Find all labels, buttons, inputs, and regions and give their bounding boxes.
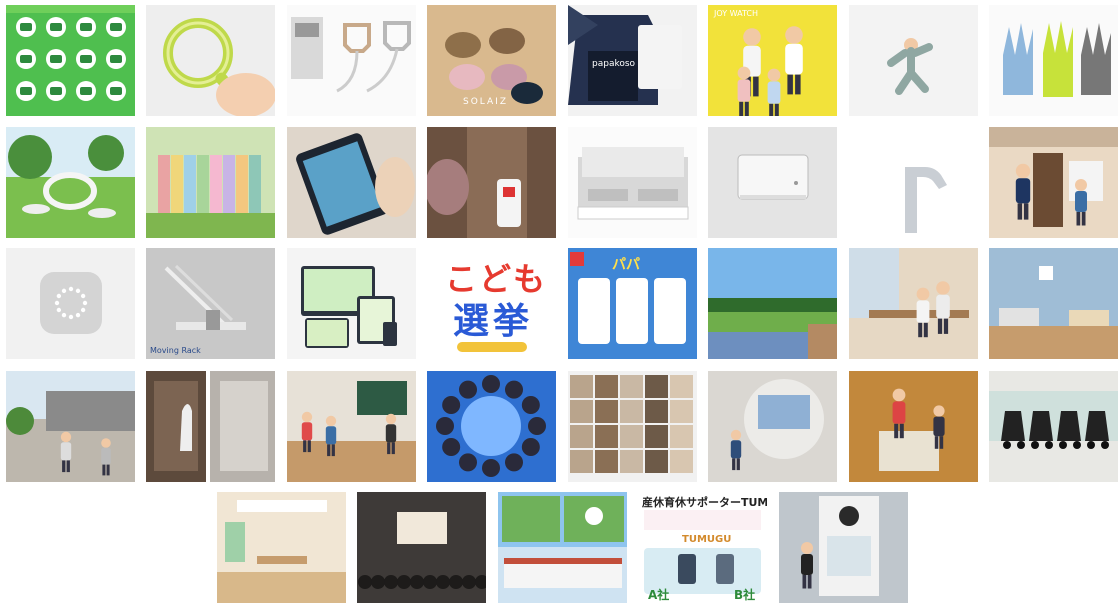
gallery-tile-landscape-field[interactable] — [708, 248, 837, 359]
tile-image — [427, 371, 556, 482]
tile-caption: パパ — [612, 257, 640, 273]
gallery-tile-tablet-hands[interactable] — [287, 127, 416, 238]
gallery-tile-title-graphic[interactable]: こども 選挙 — [427, 248, 556, 359]
tile-image — [568, 127, 697, 238]
tile-image — [6, 127, 135, 238]
tile-image — [498, 492, 627, 603]
gallery-tile-blue-room[interactable] — [989, 248, 1118, 359]
gallery-tile-school-building[interactable] — [498, 492, 627, 603]
tile-image — [6, 248, 135, 359]
tile-image — [6, 371, 135, 482]
gallery-tile-family-photo[interactable]: JOY WATCH — [708, 5, 837, 116]
gallery-tile-product-package[interactable] — [287, 5, 416, 116]
gallery-tile-stroller-rental[interactable] — [989, 371, 1118, 482]
ad-brand: TUMUGU — [682, 534, 732, 545]
gallery-tile-faucet[interactable] — [849, 127, 978, 238]
tile-image — [989, 5, 1118, 116]
gallery-tile-pouch[interactable]: papakoso — [568, 5, 697, 116]
gallery-tile-street-kids[interactable] — [6, 371, 135, 482]
gallery-tile-playground-lawn[interactable] — [6, 127, 135, 238]
gallery-tile-tumugu-ad[interactable]: 産休育休サポーターTUMUGU TUMUGU A社 B社 — [638, 492, 767, 603]
tile-image — [287, 248, 416, 359]
gallery-tile-infographic[interactable] — [6, 5, 135, 116]
gallery-tile-classroom-bag-hook[interactable] — [427, 127, 556, 238]
person-icon — [678, 554, 696, 584]
title-underline — [457, 342, 527, 352]
gallery-tile-nursery-room[interactable] — [217, 492, 346, 603]
ad-description-block — [644, 510, 761, 530]
gallery-tile-kid-screen-exhibit[interactable] — [708, 371, 837, 482]
gallery-tile-sunglasses[interactable]: SOLAIZ — [427, 5, 556, 116]
tile-image — [989, 248, 1118, 359]
gallery-tile-sky-circle-kids[interactable] — [427, 371, 556, 482]
gallery-tile-ih-cooktop[interactable] — [568, 127, 697, 238]
tile-image — [146, 5, 275, 116]
tile-image — [427, 127, 556, 238]
tile-image — [287, 371, 416, 482]
tile-image — [849, 248, 978, 359]
gallery-tile-wall-heater[interactable] — [708, 127, 837, 238]
tile-image — [287, 127, 416, 238]
tile-image — [146, 248, 275, 359]
ad-title: 産休育休サポーターTUMUGU — [642, 496, 767, 509]
title-line-2: 選挙 — [453, 301, 534, 342]
tile-image — [6, 5, 135, 116]
gallery-tile-kid-event-box[interactable] — [849, 371, 978, 482]
person-icon — [716, 554, 734, 584]
tile-caption: Moving Rack — [150, 346, 201, 355]
tile-image — [708, 5, 837, 116]
tile-image — [287, 5, 416, 116]
gallery-tile-picture-books[interactable] — [146, 127, 275, 238]
tile-caption: papakoso — [592, 59, 636, 69]
gallery-tile-photo-collage[interactable] — [568, 371, 697, 482]
company-b-label: B社 — [734, 588, 756, 602]
tile-image — [357, 492, 486, 603]
tile-image — [217, 492, 346, 603]
gallery-tile-baby-teether-ring[interactable] — [146, 5, 275, 116]
gallery-tile-smart-speaker[interactable] — [6, 248, 135, 359]
tile-image — [708, 127, 837, 238]
tile-image — [708, 248, 837, 359]
tile-image — [989, 127, 1118, 238]
tile-caption: JOY WATCH — [714, 9, 758, 18]
tile-image — [568, 371, 697, 482]
gallery-tile-app-screens[interactable]: パパ — [568, 248, 697, 359]
tile-image — [779, 492, 908, 603]
tile-image — [146, 371, 275, 482]
tile-image — [849, 127, 978, 238]
gallery-tile-gloves[interactable] — [989, 5, 1118, 116]
tile-image — [708, 371, 837, 482]
company-a-label: A社 — [648, 588, 670, 602]
gallery-tile-app-devices[interactable] — [287, 248, 416, 359]
gallery-tile-family-living[interactable] — [849, 248, 978, 359]
gallery-tile-classroom-kids[interactable] — [287, 371, 416, 482]
gallery-tile-kid-running[interactable] — [849, 5, 978, 116]
gallery-tile-moving-rack[interactable]: Moving Rack — [146, 248, 275, 359]
tile-image — [849, 371, 978, 482]
tile-image — [146, 127, 275, 238]
tile-image — [989, 371, 1118, 482]
gallery-tile-vending-kiosk[interactable] — [779, 492, 908, 603]
tile-image — [849, 5, 978, 116]
gallery-tile-lecture-hall[interactable] — [357, 492, 486, 603]
gallery-tile-house-entrance[interactable] — [989, 127, 1118, 238]
tile-caption: SOLAIZ — [463, 97, 508, 107]
gallery-tile-storage-closet[interactable] — [146, 371, 275, 482]
